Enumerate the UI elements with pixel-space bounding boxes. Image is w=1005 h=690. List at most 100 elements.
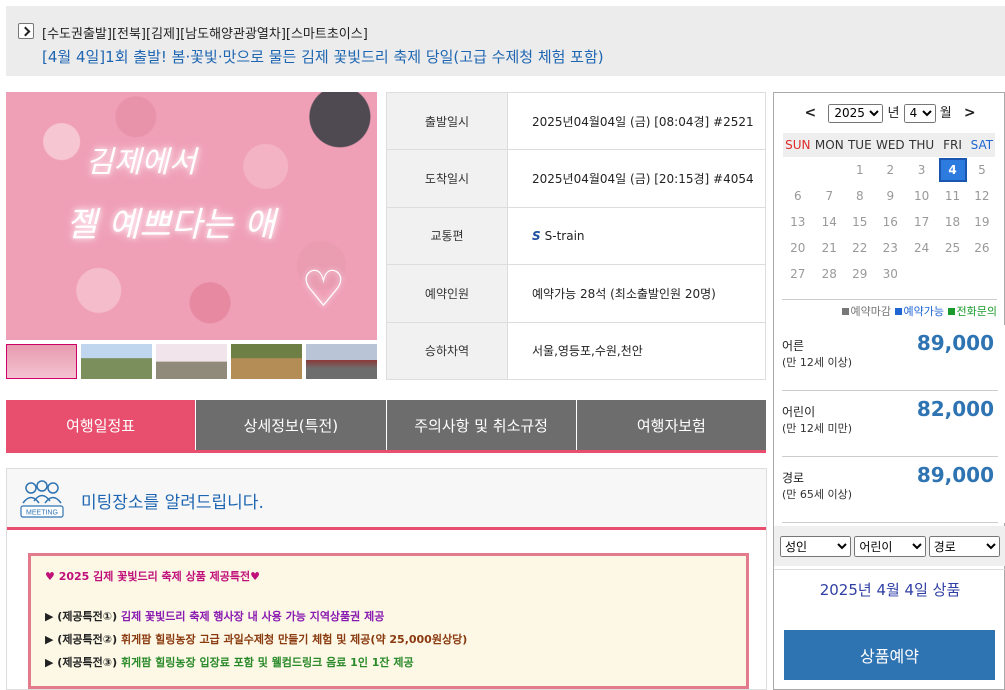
calendar-day[interactable]: 29 xyxy=(846,261,874,287)
price-amount: 89,000 xyxy=(916,463,994,487)
calendar-day[interactable]: 7 xyxy=(813,183,846,209)
next-month-button[interactable]: > xyxy=(956,105,984,121)
calendar-day[interactable]: 15 xyxy=(846,209,874,235)
calendar-day[interactable]: 3 xyxy=(907,157,936,183)
calendar-day[interactable]: 18 xyxy=(936,209,969,235)
thumbnail-1[interactable] xyxy=(6,344,77,379)
benefit-prefix: ▶ (제공특전②) xyxy=(45,633,121,646)
product-date: 2025년 4월 4일 상품 xyxy=(819,581,961,599)
row-label: 교통편 xyxy=(386,207,508,266)
benefit-item: ▶ (제공특전②) 휘게팜 힐링농장 고급 과일수제청 만들기 체험 및 제공(… xyxy=(45,631,732,647)
calendar-day[interactable]: 25 xyxy=(936,235,969,261)
legend-available: 예약가능 xyxy=(894,305,944,318)
tab-cancel-policy[interactable]: 주의사항 및 취소규정 xyxy=(386,400,577,450)
calendar-day[interactable]: 9 xyxy=(874,183,907,209)
calendar-day[interactable]: 22 xyxy=(846,235,874,261)
benefit-text: 김제 꽃빛드리 축제 행사장 내 사용 가능 지역상품권 제공 xyxy=(120,610,385,623)
calendar-day[interactable]: 28 xyxy=(813,261,846,287)
calendar-day[interactable]: 24 xyxy=(907,235,936,261)
meeting-header: MEETING 미팅장소를 알려드립니다. xyxy=(7,469,766,530)
benefit-prefix: ▶ (제공특전③) xyxy=(45,656,121,669)
calendar-day[interactable]: 11 xyxy=(936,183,969,209)
thumbnail-2[interactable] xyxy=(81,344,152,379)
calendar-day[interactable]: 20 xyxy=(783,235,813,261)
tab-itinerary[interactable]: 여행일정표 xyxy=(6,400,197,450)
calendar-day[interactable]: 16 xyxy=(874,209,907,235)
price-type: 어린이 xyxy=(782,405,816,419)
calendar-day xyxy=(907,261,936,287)
tab-insurance[interactable]: 여행자보험 xyxy=(576,400,766,450)
weekday: WED xyxy=(873,133,907,157)
year-unit: 년 xyxy=(887,106,900,121)
detail-tabs: 여행일정표 상세정보(특전) 주의사항 및 취소규정 여행자보험 xyxy=(6,400,766,453)
price-type: 어른 xyxy=(782,339,805,353)
weekday: FRI xyxy=(936,133,969,157)
table-row: 교통편 S S-train xyxy=(386,207,766,266)
seats-value: 예약가능 28석 (최소출발인원 20명) xyxy=(507,264,766,323)
benefit-item: ▶ (제공특전③) 휘게팜 힐링농장 입장료 포함 및 웰컴드링크 음료 1인 … xyxy=(45,654,732,670)
calendar-day[interactable]: 6 xyxy=(783,183,813,209)
calendar-day[interactable]: 13 xyxy=(783,209,813,235)
headcount-selects: 성인 어린이 경로 xyxy=(774,526,1005,566)
calendar-day[interactable]: 21 xyxy=(813,235,846,261)
table-row: 도착일시 2025년04월04일 (금) [20:15경] #4054 xyxy=(386,149,766,208)
calendar-day[interactable]: 14 xyxy=(813,209,846,235)
thumbnail-4[interactable] xyxy=(231,344,302,379)
benefit-box: ♥ 2025 김제 꽃빛드리 축제 상품 제공특전♥ ▶ (제공특전①) 김제 … xyxy=(28,553,749,689)
price-row: 경로 (만 65세 이상) 89,000 xyxy=(782,457,998,523)
month-unit: 월 xyxy=(939,106,952,121)
calendar-week: 13 14 15 16 17 18 19 xyxy=(783,209,995,235)
photo-text: 김제에서 xyxy=(86,145,197,180)
price-list: 어른 (만 12세 이상) 89,000 어린이 (만 12세 미만) 82,0… xyxy=(774,325,1005,523)
reserve-button[interactable]: 상품예약 xyxy=(784,630,995,680)
legend-phone: 전화문의 xyxy=(947,305,997,318)
calendar-week: 6 7 8 9 10 11 12 xyxy=(783,183,995,209)
benefit-heading: ♥ 2025 김제 꽃빛드리 축제 상품 제공특전♥ xyxy=(45,570,260,583)
month-select[interactable]: 4 xyxy=(903,103,936,123)
calendar-week: 12345 xyxy=(783,157,995,183)
calendar-day[interactable]: 17 xyxy=(907,209,936,235)
adult-select[interactable]: 성인 xyxy=(780,536,852,557)
price-condition: (만 12세 미만) xyxy=(782,422,853,435)
tab-details[interactable]: 상세정보(특전) xyxy=(196,400,387,450)
price-amount: 82,000 xyxy=(916,397,994,421)
price-row: 어린이 (만 12세 미만) 82,000 xyxy=(782,391,998,457)
calendar-day[interactable]: 4 xyxy=(936,157,969,183)
prev-month-button[interactable]: < xyxy=(796,105,824,121)
price-amount: 89,000 xyxy=(916,331,994,355)
price-condition: (만 12세 이상) xyxy=(782,356,853,369)
calendar-day[interactable]: 2 xyxy=(874,157,907,183)
calendar-day[interactable]: 10 xyxy=(907,183,936,209)
calendar-day[interactable]: 27 xyxy=(783,261,813,287)
child-select[interactable]: 어린이 xyxy=(854,536,926,557)
thumbnail-5[interactable] xyxy=(306,344,377,379)
senior-select[interactable]: 경로 xyxy=(928,536,1000,557)
weekday: SAT xyxy=(968,133,995,157)
calendar-day[interactable]: 30 xyxy=(874,261,907,287)
year-select[interactable]: 2025 xyxy=(828,103,884,123)
calendar-day xyxy=(813,157,846,183)
calendar-day[interactable]: 8 xyxy=(846,183,874,209)
chevron-right-icon[interactable] xyxy=(18,23,34,39)
calendar-grid: SUN MON TUE WED THU FRI SAT 1 2 3 4 5 6 7 8 9 10 1… xyxy=(783,133,995,287)
thumbnail-3[interactable] xyxy=(156,344,227,379)
transport-value: S S-train xyxy=(507,207,766,266)
row-label: 도착일시 xyxy=(386,149,508,208)
selected-day[interactable]: 4 xyxy=(938,158,967,182)
calendar-day[interactable]: 19 xyxy=(969,209,995,235)
divider xyxy=(774,569,1005,570)
calendar-day[interactable]: 1 xyxy=(846,157,874,183)
weekday: MON xyxy=(812,133,847,157)
calendar-day xyxy=(969,261,995,287)
meeting-icon: MEETING xyxy=(20,480,64,518)
benefit-text: 휘게팜 힐링농장 고급 과일수제청 만들기 체험 및 제공(약 25,000원상… xyxy=(120,633,468,646)
calendar-day[interactable]: 5 xyxy=(969,157,995,183)
table-row: 승하차역 서울,영등포,수원,천안 xyxy=(386,322,766,381)
calendar-day[interactable]: 23 xyxy=(874,235,907,261)
row-label: 예약인원 xyxy=(386,264,508,323)
trip-info-table: 출발일시 2025년04월04일 (금) [08:04경] #2521 도착일시… xyxy=(386,92,766,381)
calendar-day[interactable]: 26 xyxy=(969,235,995,261)
product-title: [4월 4일]1회 출발! 봄·꽃빛·맛으로 물든 김제 꽃빛드리 축제 당일(… xyxy=(42,48,604,66)
calendar-day[interactable]: 12 xyxy=(969,183,995,209)
calendar-week: 27 28 29 30 xyxy=(783,261,995,287)
